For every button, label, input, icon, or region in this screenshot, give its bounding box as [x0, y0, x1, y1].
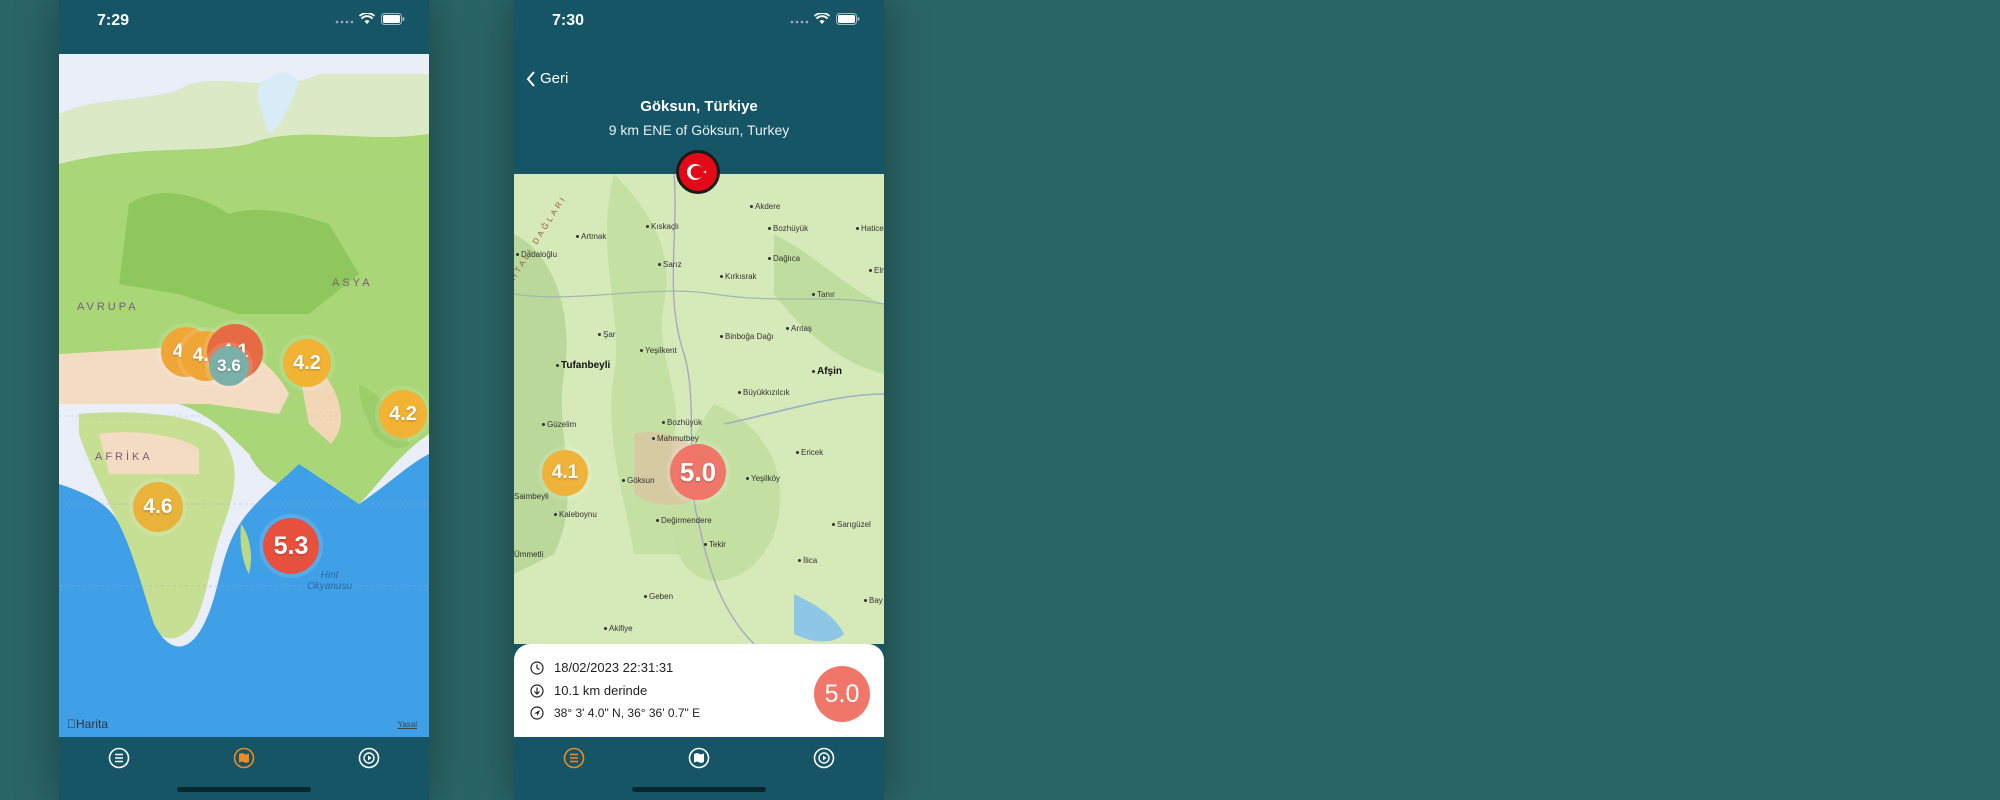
wifi-icon	[359, 13, 375, 24]
quake-coordinates: 38° 3' 4.0" N, 36° 36' 0.7" E	[554, 706, 701, 720]
list-icon[interactable]	[106, 745, 132, 771]
region-label-asia: ASYA	[332, 277, 373, 289]
quake-cluster[interactable]: 5.3	[263, 518, 319, 574]
cellular-signal-icon	[790, 20, 808, 24]
location-arrow-icon	[530, 706, 544, 720]
tab-bar	[59, 737, 429, 800]
turkey-flag-icon	[676, 150, 720, 194]
map-icon[interactable]	[231, 745, 257, 771]
region-map[interactable]: Akdere Bozhüyük Hatice Artmak Kıskaçlı D…	[514, 174, 884, 644]
map-credit: Harita	[67, 717, 108, 731]
back-label: Geri	[540, 70, 569, 87]
map-land-shapes	[59, 54, 429, 737]
quake-marker[interactable]: 5.0	[670, 444, 726, 500]
status-time: 7:30	[552, 12, 585, 29]
status-bar: 7:30	[514, 0, 884, 44]
quake-datetime: 18/02/2023 22:31:31	[554, 660, 674, 675]
magnitude-badge: 5.0	[814, 666, 870, 722]
phone-screen-detail: 7:30 Geri Göksun, Türkiye 9 km ENE of Gö…	[514, 0, 884, 800]
world-map[interactable]: AVRUPA ASYA AFRİKA HintOkyanusu 4.7 4.7 …	[59, 54, 429, 737]
quake-cluster[interactable]: 4.2	[379, 390, 427, 438]
region-label-africa: AFRİKA	[95, 451, 153, 463]
back-button[interactable]: Geri	[526, 70, 568, 87]
place-subtitle: 9 km ENE of Göksun, Turkey	[608, 122, 790, 138]
phone-screen-map: 7:29 AVRUPA ASYA AFRİKA Hint Okyanusu 4.…	[59, 0, 429, 800]
home-indicator	[177, 787, 311, 792]
cellular-signal-icon	[335, 20, 353, 24]
place-title: Göksun, Türkiye	[640, 98, 758, 115]
map-terrain	[514, 174, 884, 644]
quake-cluster[interactable]: 4.2	[283, 339, 331, 387]
clock-icon	[530, 660, 544, 675]
battery-icon	[836, 13, 860, 25]
map-icon[interactable]	[686, 745, 712, 771]
settings-icon[interactable]	[811, 745, 837, 771]
settings-icon[interactable]	[356, 745, 382, 771]
region-label-europe: AVRUPA	[77, 301, 139, 313]
wifi-icon	[814, 13, 830, 24]
depth-arrow-icon	[530, 683, 544, 698]
quake-cluster[interactable]: 4.6	[133, 482, 183, 532]
list-icon[interactable]	[561, 745, 587, 771]
battery-icon	[381, 13, 405, 25]
quake-marker[interactable]: 4.1	[542, 450, 588, 496]
quake-depth: 10.1 km derinde	[554, 683, 648, 698]
status-time: 7:29	[97, 12, 130, 29]
quake-cluster[interactable]: 3.6	[209, 346, 249, 386]
legal-link[interactable]: Yasal	[398, 720, 417, 729]
home-indicator	[632, 787, 766, 792]
chevron-left-icon	[526, 70, 535, 87]
quake-info-card: 18/02/2023 22:31:31 10.1 km derinde 38° …	[514, 644, 884, 737]
ocean-label: Hint Okyanusu	[307, 570, 353, 592]
tab-bar	[514, 737, 884, 800]
status-bar: 7:29	[59, 0, 429, 44]
